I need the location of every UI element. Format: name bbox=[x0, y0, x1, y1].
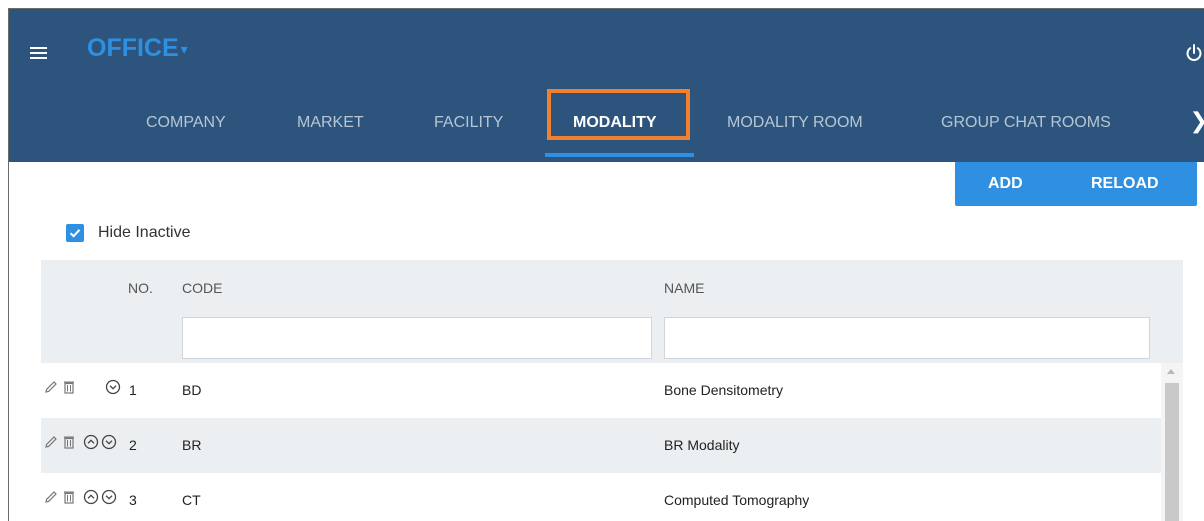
move-down-icon[interactable] bbox=[101, 489, 117, 505]
row-name: Bone Densitometry bbox=[664, 382, 784, 398]
row-number: 1 bbox=[129, 382, 137, 398]
edit-icon[interactable] bbox=[43, 489, 59, 505]
column-header-name[interactable]: NAME bbox=[664, 280, 704, 296]
move-up-icon[interactable] bbox=[83, 489, 99, 505]
action-toolbar: ADD RELOAD bbox=[955, 162, 1197, 206]
row-name: BR Modality bbox=[664, 437, 740, 453]
trash-icon[interactable] bbox=[61, 434, 77, 450]
row-code: CT bbox=[182, 492, 201, 508]
app-switcher[interactable]: OFFICE ▾ bbox=[87, 34, 188, 63]
trash-icon[interactable] bbox=[61, 489, 77, 505]
tab-facility[interactable]: FACILITY bbox=[434, 104, 503, 162]
row-actions bbox=[43, 434, 119, 450]
hide-inactive-toggle[interactable]: Hide Inactive bbox=[66, 224, 191, 242]
hide-inactive-checkbox[interactable] bbox=[66, 224, 84, 242]
app-title: OFFICE bbox=[87, 34, 179, 62]
table-row[interactable]: 3 CT Computed Tomography bbox=[41, 473, 1161, 521]
move-down-icon[interactable] bbox=[101, 434, 117, 450]
tab-company[interactable]: COMPANY bbox=[146, 104, 226, 162]
table-row[interactable]: 1 BD Bone Densitometry bbox=[41, 363, 1161, 418]
scrollbar-thumb[interactable] bbox=[1165, 383, 1179, 521]
edit-icon[interactable] bbox=[43, 379, 59, 395]
move-down-icon[interactable] bbox=[105, 379, 121, 395]
column-header-code[interactable]: CODE bbox=[182, 280, 222, 296]
move-up-placeholder bbox=[79, 379, 103, 395]
code-filter-input[interactable] bbox=[182, 317, 652, 359]
active-tab-indicator bbox=[545, 153, 694, 157]
add-button[interactable]: ADD bbox=[988, 162, 1023, 206]
tab-group-chat-rooms[interactable]: GROUP CHAT ROOMS bbox=[941, 104, 1111, 162]
column-header-no[interactable]: NO. bbox=[128, 280, 153, 296]
edit-icon[interactable] bbox=[43, 434, 59, 450]
trash-icon[interactable] bbox=[61, 379, 77, 395]
row-name: Computed Tomography bbox=[664, 492, 810, 508]
tab-market[interactable]: MARKET bbox=[297, 104, 364, 162]
row-number: 2 bbox=[129, 437, 137, 453]
check-icon bbox=[69, 229, 81, 238]
menu-icon[interactable] bbox=[30, 47, 47, 59]
row-actions bbox=[43, 379, 123, 395]
table-row[interactable]: 2 BR BR Modality bbox=[41, 418, 1161, 473]
power-icon[interactable] bbox=[1184, 43, 1204, 63]
grid-scrollbar[interactable] bbox=[1161, 363, 1183, 521]
row-code: BR bbox=[182, 437, 202, 453]
scroll-up-arrow[interactable] bbox=[1167, 369, 1175, 374]
modality-grid: NO. CODE NAME 1 BD Bone Densitometry 2 B… bbox=[41, 260, 1183, 521]
chevron-down-icon: ▾ bbox=[180, 40, 188, 57]
app-window: OFFICE ▾ COMPANY MARKET FACILITY MODALITY… bbox=[8, 8, 1204, 521]
app-header: OFFICE ▾ COMPANY MARKET FACILITY MODALITY… bbox=[9, 9, 1204, 162]
reload-button[interactable]: RELOAD bbox=[1091, 162, 1159, 206]
move-up-icon[interactable] bbox=[83, 434, 99, 450]
name-filter-input[interactable] bbox=[664, 317, 1150, 359]
grid-rows: 1 BD Bone Densitometry 2 BR BR Modality bbox=[41, 363, 1161, 521]
row-code: BD bbox=[182, 382, 202, 398]
row-number: 3 bbox=[129, 492, 137, 508]
hide-inactive-label: Hide Inactive bbox=[98, 224, 191, 241]
grid-header: NO. CODE NAME bbox=[41, 260, 1183, 363]
row-actions bbox=[43, 489, 119, 505]
chevron-right-icon[interactable]: ❯ bbox=[1190, 108, 1204, 134]
tab-modality-room[interactable]: MODALITY ROOM bbox=[727, 104, 863, 162]
